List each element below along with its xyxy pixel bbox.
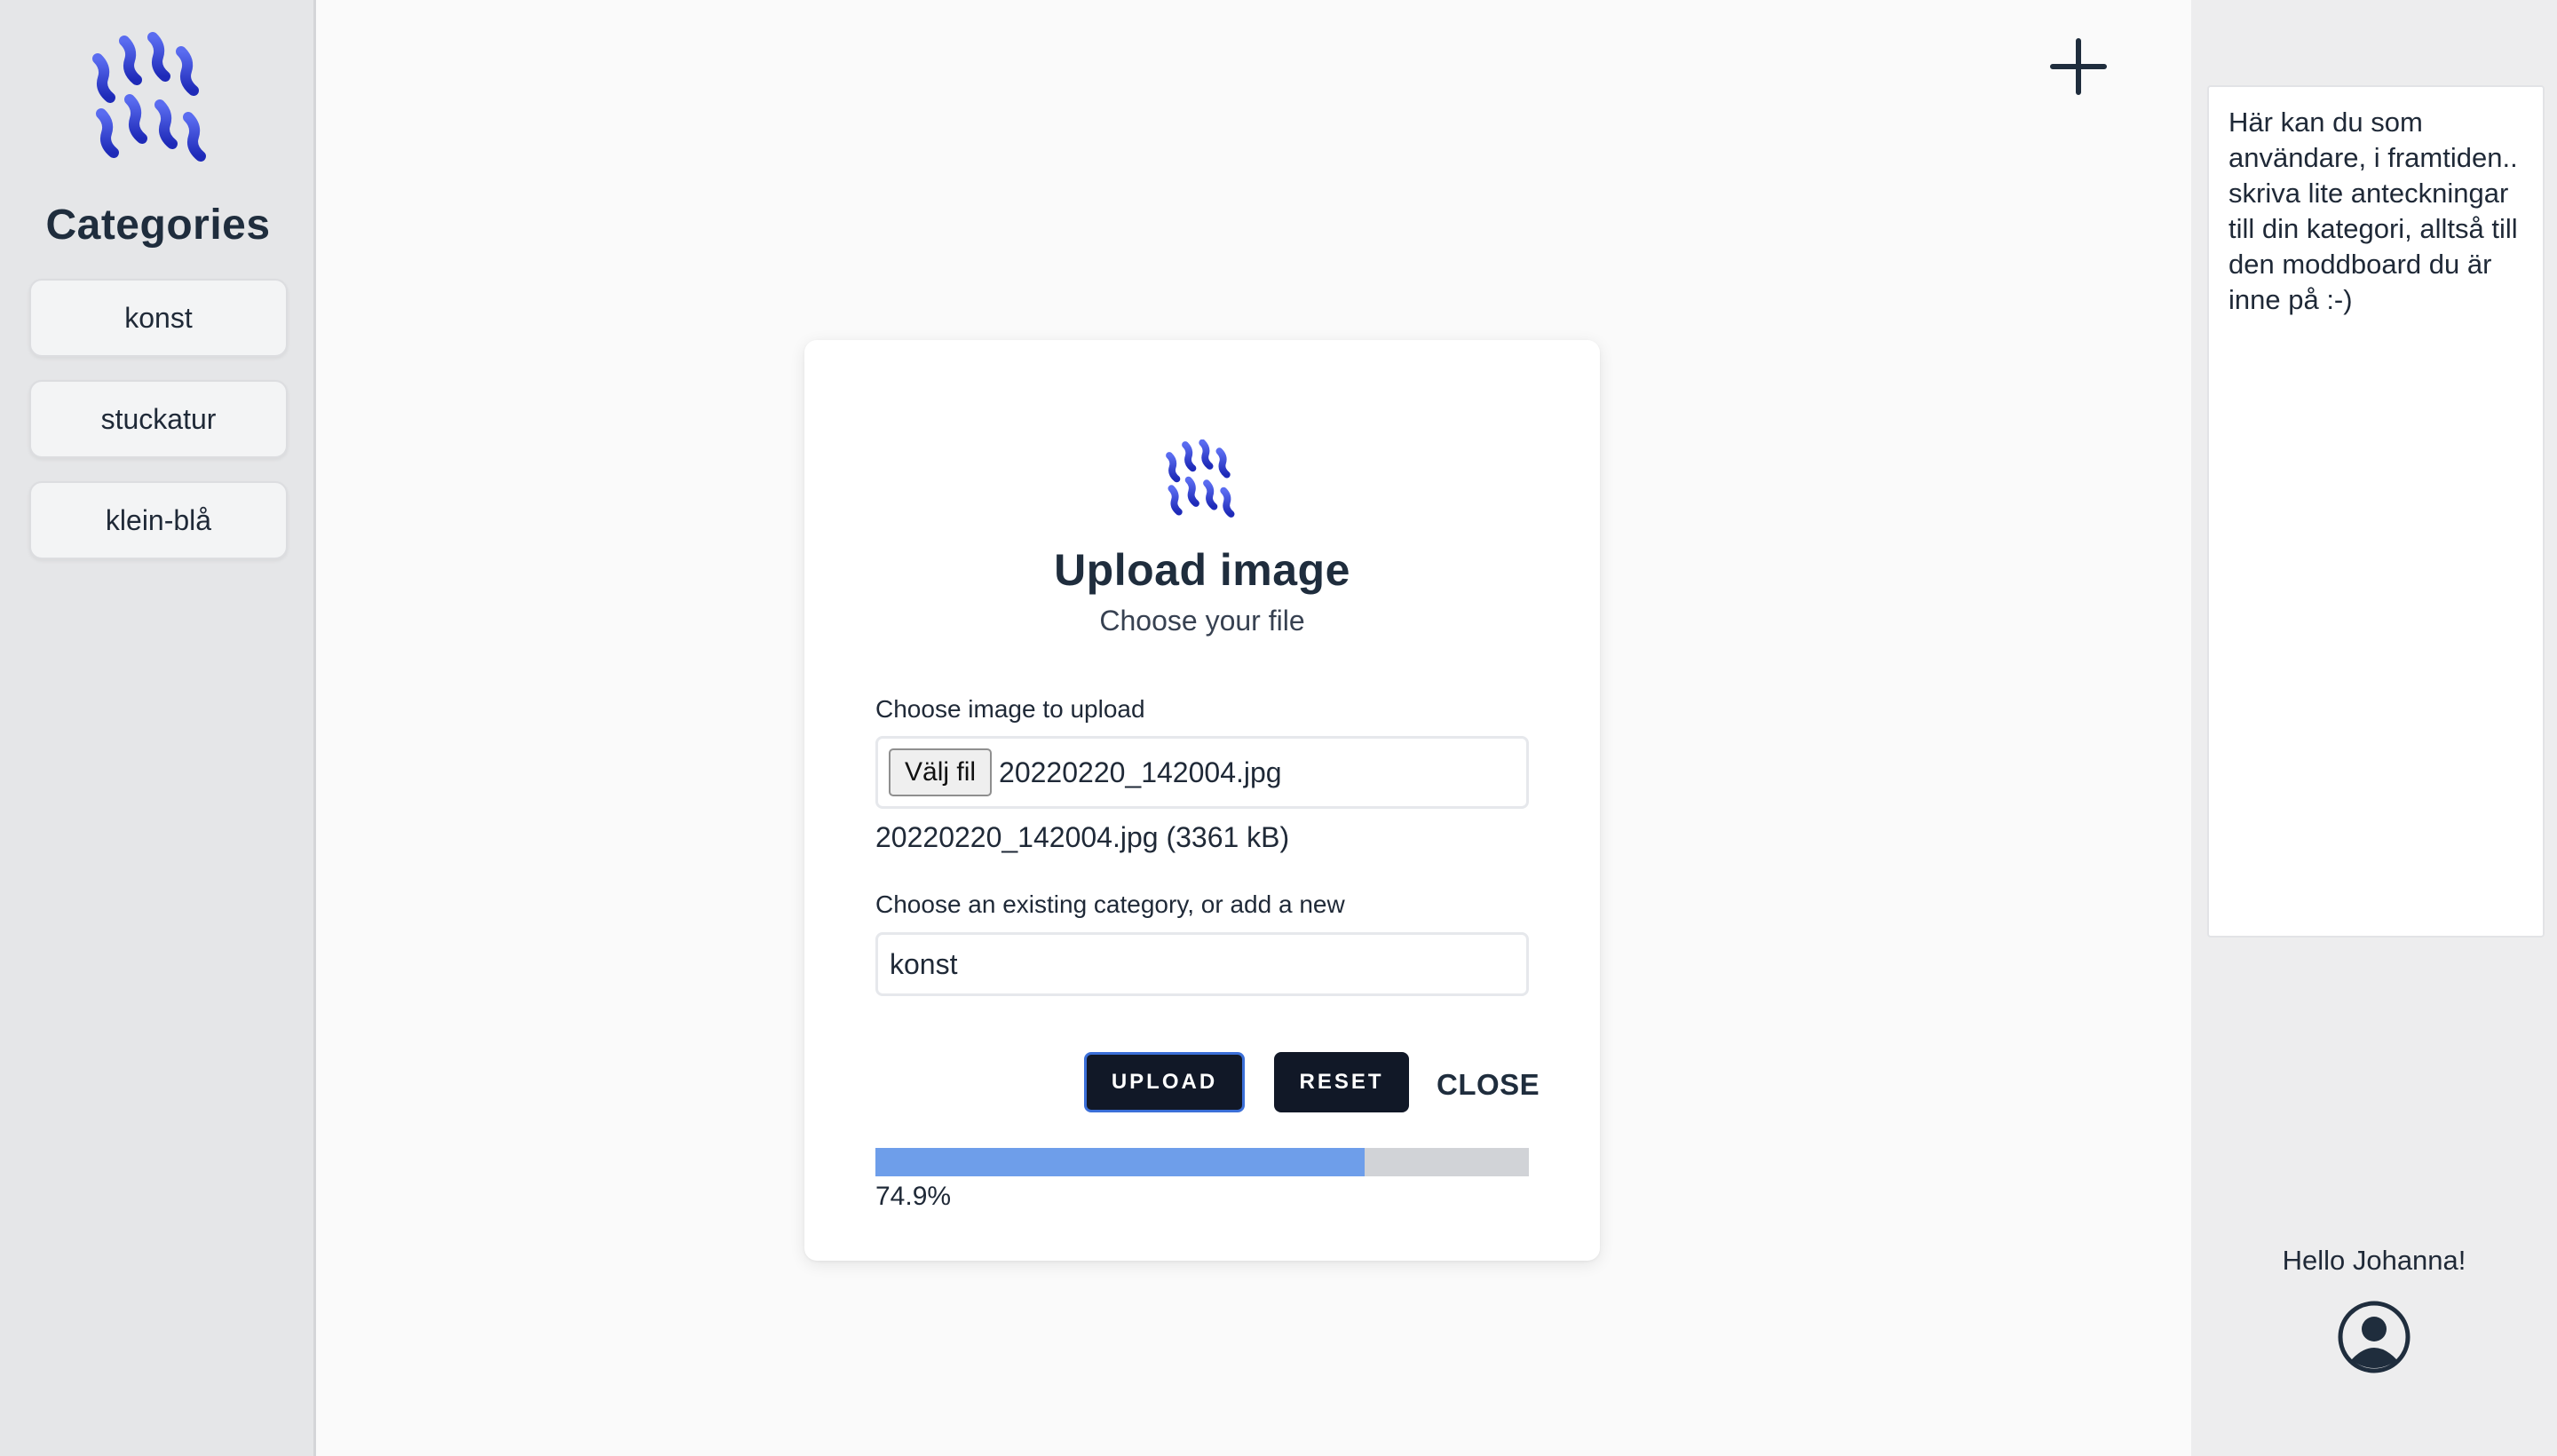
sidebar-item-klein-bla[interactable]: klein-blå <box>29 481 288 559</box>
reset-button[interactable]: RESET <box>1274 1052 1409 1112</box>
brand-logo-icon[interactable] <box>89 32 222 174</box>
user-greeting: Hello Johanna! <box>2282 1245 2466 1276</box>
category-field-label: Choose an existing category, or add a ne… <box>875 890 1345 918</box>
upload-button[interactable]: UPLOAD <box>1084 1052 1245 1112</box>
upload-modal: Upload image Choose your file Choose ima… <box>804 340 1600 1261</box>
brand-logo-icon <box>1163 439 1245 525</box>
sidebar-item-stuckatur[interactable]: stuckatur <box>29 380 288 458</box>
sidebar-item-konst[interactable]: konst <box>29 279 288 357</box>
upload-progress-bar <box>875 1148 1529 1176</box>
notes-panel: Här kan du som användare, i framtiden.. … <box>2191 0 2557 1456</box>
sidebar-title: Categories <box>45 202 271 249</box>
plus-icon[interactable] <box>2049 37 2108 96</box>
user-circle-icon[interactable] <box>2337 1300 2411 1374</box>
close-button[interactable]: CLOSE <box>1437 1068 1540 1102</box>
modal-subtitle: Choose your file <box>1099 605 1305 637</box>
upload-progress-fill <box>875 1148 1366 1176</box>
selected-file-name: 20220220_142004.jpg <box>999 756 1282 788</box>
file-field-label: Choose image to upload <box>875 695 1145 723</box>
file-info: 20220220_142004.jpg (3361 kB) <box>875 821 1290 853</box>
choose-file-button[interactable]: Välj fil <box>889 748 993 796</box>
sidebar: Categories konst stuckatur klein-blå <box>0 0 316 1456</box>
upload-progress-text: 74.9% <box>875 1182 952 1211</box>
notes-textarea[interactable]: Här kan du som användare, i framtiden.. … <box>2207 85 2545 938</box>
file-input[interactable]: Välj fil 20220220_142004.jpg <box>875 736 1529 809</box>
category-input[interactable] <box>875 932 1529 996</box>
modal-title: Upload image <box>1054 545 1350 595</box>
